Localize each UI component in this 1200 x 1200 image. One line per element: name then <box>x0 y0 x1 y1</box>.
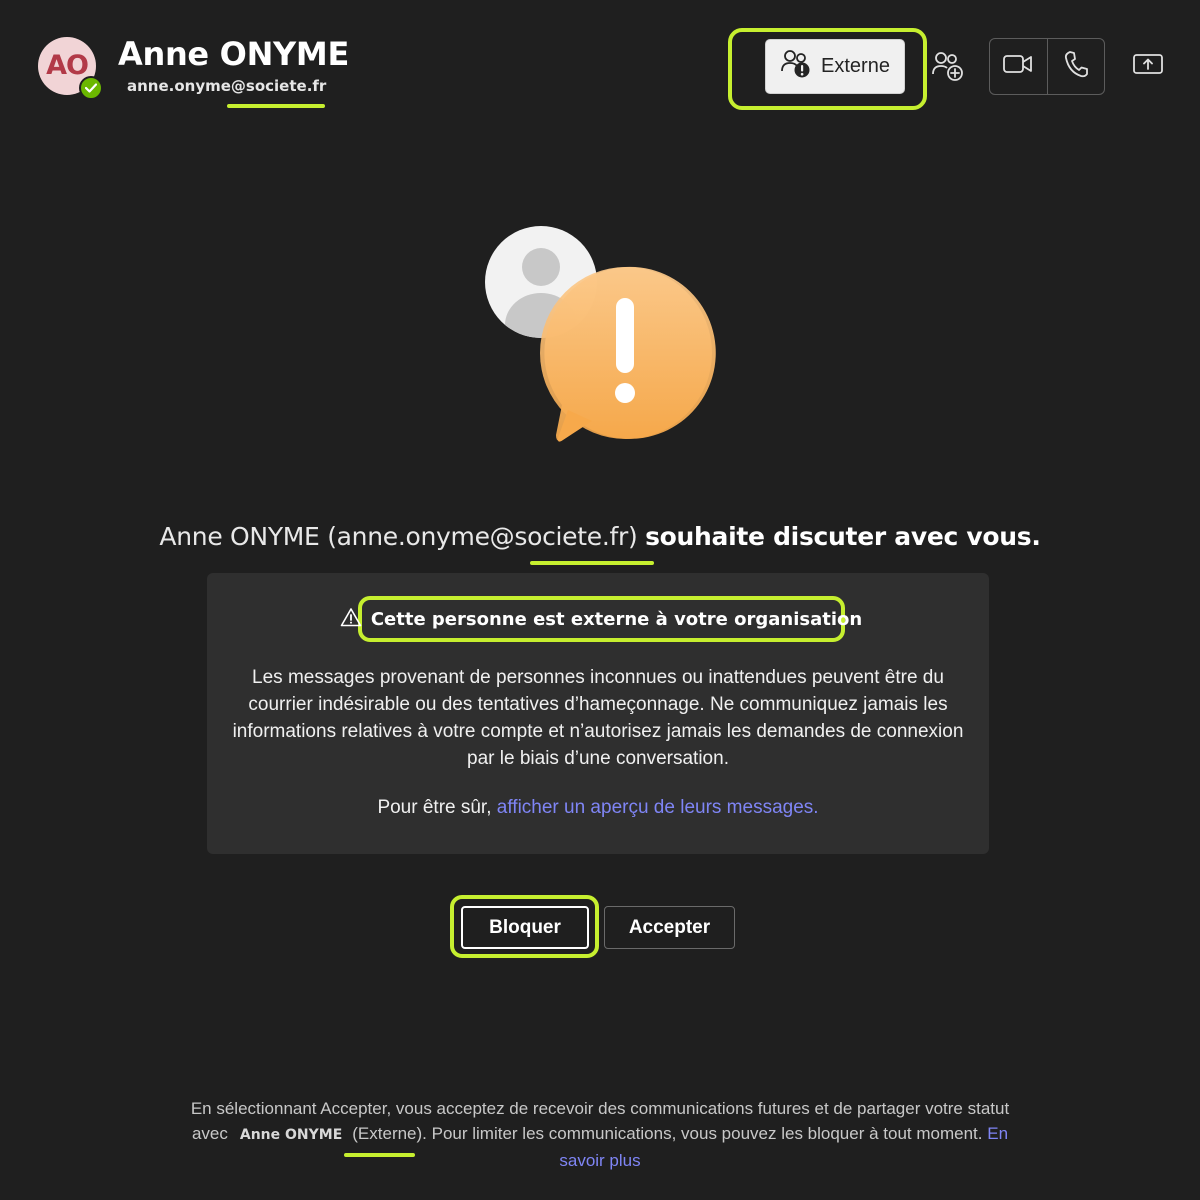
user-email: anne.onyme@societe.fr <box>127 77 327 95</box>
add-people-button[interactable] <box>928 48 968 88</box>
footer-prefix: avec <box>191 1124 228 1143</box>
external-chat-request-page: AO Anne ONYME anne.onyme@societe.fr Exte… <box>0 0 1200 1200</box>
audio-call-button[interactable] <box>1046 39 1105 94</box>
preview-prefix: Pour être sûr, <box>377 797 492 818</box>
requester-identity: Anne ONYME (anne.onyme@societe.fr) <box>159 522 638 551</box>
preview-messages-link[interactable]: afficher un aperçu de leurs messages. <box>497 797 819 818</box>
presence-available-icon <box>79 76 103 100</box>
warning-title-text: Cette personne est externe à votre organ… <box>370 609 863 630</box>
footer-line-2: avec Anne ONYME (Externe). Pour limiter le… <box>150 1121 1050 1148</box>
learn-more-link-part2[interactable]: savoir plus <box>559 1151 640 1170</box>
request-text: souhaite discuter avec vous. <box>645 522 1041 551</box>
video-camera-icon <box>1002 53 1034 80</box>
warning-triangle-icon <box>340 607 362 632</box>
warning-body-line: Les messages provenant de personnes inco… <box>252 667 944 688</box>
externe-label: Externe <box>821 55 890 77</box>
learn-more-link-part1[interactable]: En <box>987 1124 1008 1143</box>
person-alert-bubble-illustration <box>480 225 720 450</box>
consent-footer: En sélectionnant Accepter, vous acceptez… <box>150 1096 1050 1173</box>
footer-suffix: (Externe). Pour limiter les communicatio… <box>352 1124 983 1143</box>
warning-body-line: courrier indésirable ou des tentatives d… <box>248 694 948 715</box>
footer-line-1: En sélectionnant Accepter, vous acceptez… <box>190 1099 1010 1118</box>
warning-body-line: informations relatives à votre compte et… <box>232 721 964 742</box>
user-name: Anne ONYME <box>118 35 350 73</box>
warning-body-line: par le biais d’une conversation. <box>467 748 729 769</box>
people-warning-icon <box>780 49 812 85</box>
email-domain-highlight <box>227 104 325 108</box>
heading-domain-highlight <box>530 561 654 565</box>
externe-badge-button[interactable]: Externe <box>765 39 905 94</box>
warning-body: Les messages provenant de personnes inco… <box>207 664 989 772</box>
chat-request-heading: Anne ONYME (anne.onyme@societe.fr) souha… <box>0 522 1200 551</box>
warning-title: Cette personne est externe à votre organ… <box>340 599 862 640</box>
block-button[interactable]: Bloquer <box>461 906 589 949</box>
call-button-group <box>989 38 1105 95</box>
preview-messages-line: Pour être sûr, afficher un aperçu de leu… <box>207 797 989 819</box>
video-call-button[interactable] <box>990 39 1047 94</box>
share-screen-icon <box>1131 51 1165 82</box>
footer-line-3: savoir plus <box>150 1148 1050 1173</box>
accept-button[interactable]: Accepter <box>604 906 735 949</box>
phone-icon <box>1063 50 1089 83</box>
people-add-icon <box>931 50 965 87</box>
footer-user-name: Anne ONYME <box>239 1127 343 1143</box>
share-screen-button[interactable] <box>1128 48 1168 84</box>
